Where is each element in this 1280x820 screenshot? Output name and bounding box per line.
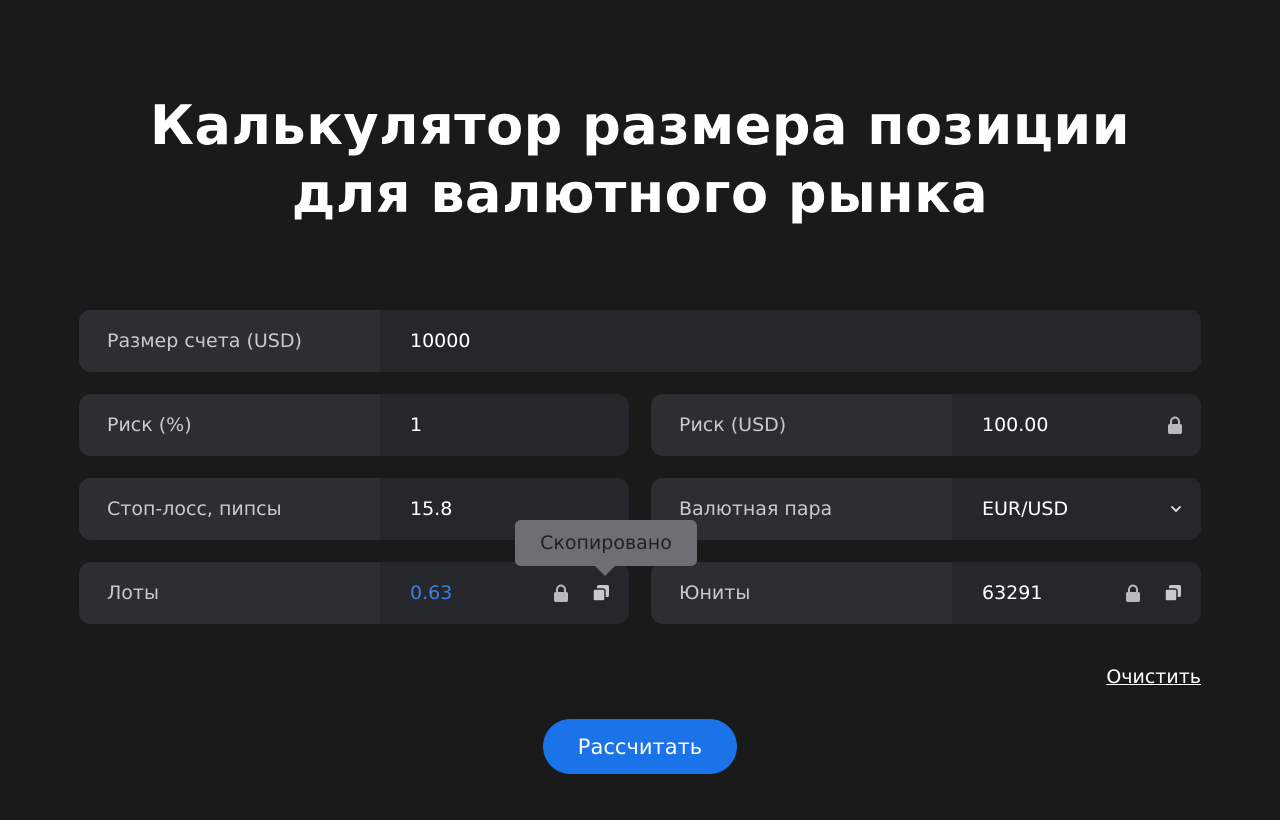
account-size-input[interactable]: 10000	[380, 310, 1201, 372]
lock-icon[interactable]	[553, 584, 569, 602]
units-output: 63291	[952, 562, 1201, 624]
stop-loss-value: 15.8	[410, 498, 453, 520]
account-size-field: Размер счета (USD) 10000	[79, 310, 1201, 372]
currency-pair-value: EUR/USD	[982, 498, 1069, 520]
lock-icon[interactable]	[1167, 416, 1183, 434]
position-size-calculator: Калькулятор размера позиции для валютног…	[0, 0, 1280, 820]
page-title-line-1: Калькулятор размера позиции	[149, 94, 1131, 157]
account-size-label: Размер счета (USD)	[79, 310, 380, 372]
units-label: Юниты	[651, 562, 952, 624]
lock-icon[interactable]	[1125, 584, 1141, 602]
copied-tooltip: Скопировано	[515, 520, 697, 576]
risk-percent-label: Риск (%)	[79, 394, 380, 456]
currency-pair-field: Валютная пара EUR/USD	[651, 478, 1201, 540]
risk-percent-field: Риск (%) 1	[79, 394, 629, 456]
calculate-button[interactable]: Рассчитать	[543, 719, 737, 774]
copy-icon[interactable]	[1163, 583, 1183, 603]
page-title: Калькулятор размера позиции для валютног…	[0, 92, 1280, 228]
risk-percent-value: 1	[410, 414, 423, 436]
stop-loss-label: Стоп-лосс, пипсы	[79, 478, 380, 540]
risk-usd-label: Риск (USD)	[651, 394, 952, 456]
chevron-down-icon[interactable]	[1169, 502, 1183, 516]
account-size-value: 10000	[410, 330, 471, 352]
page-title-line-2: для валютного рынка	[291, 162, 989, 225]
lots-label: Лоты	[79, 562, 380, 624]
risk-usd-field: Риск (USD) 100.00	[651, 394, 1201, 456]
risk-percent-input[interactable]: 1	[380, 394, 629, 456]
units-value: 63291	[982, 582, 1043, 604]
copy-icon[interactable]	[591, 583, 611, 603]
clear-link[interactable]: Очистить	[1106, 666, 1201, 688]
units-field: Юниты 63291	[651, 562, 1201, 624]
lots-output: 0.63	[380, 562, 629, 624]
lots-value: 0.63	[410, 582, 453, 604]
currency-pair-select[interactable]: EUR/USD	[952, 478, 1201, 540]
risk-usd-output: 100.00	[952, 394, 1201, 456]
lots-field: Лоты 0.63	[79, 562, 629, 624]
risk-usd-value: 100.00	[982, 414, 1049, 436]
